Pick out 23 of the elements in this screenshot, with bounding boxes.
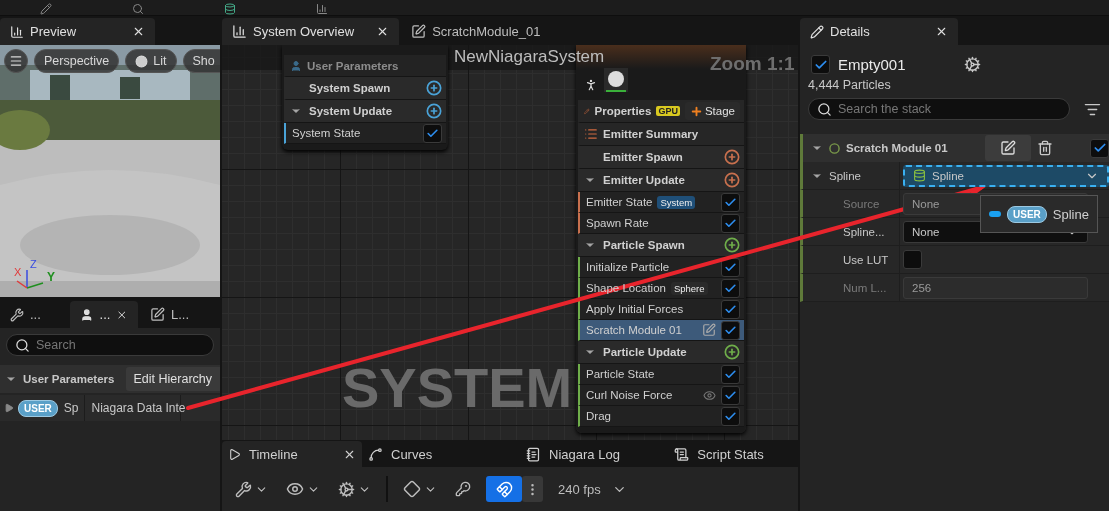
axis-label: X <box>14 266 22 278</box>
module-title: Scratch Module 01 <box>846 142 948 154</box>
tag: Sphere <box>670 281 708 295</box>
tag: System <box>657 195 696 209</box>
gpu-badge: GPU <box>656 106 680 116</box>
parameter-name: Sp <box>57 395 86 421</box>
system-title: NewNiagaraSystem <box>454 47 605 67</box>
parameter-label: Spline <box>803 161 900 190</box>
tooltip: USER Spline <box>980 195 1098 233</box>
parameter-label: Use LUT <box>803 245 900 274</box>
parameter-label: Spline... <box>803 217 900 246</box>
zoom-level: Zoom 1:1 <box>710 53 795 75</box>
user-badge: USER <box>1007 205 1047 223</box>
section-title: User Parameters <box>23 373 115 385</box>
parameter-label: Source <box>803 189 900 218</box>
particle-count: 4,444 Particles <box>808 78 892 92</box>
parameter-label: Num L... <box>803 273 900 302</box>
axis-label: Z <box>30 258 37 270</box>
row-label: User Parameters <box>307 59 399 72</box>
graph-watermark: SYSTEM <box>342 355 573 420</box>
emitter-name: Empty001 <box>838 56 906 73</box>
axis-label: Y <box>47 270 55 284</box>
user-badge: USER <box>18 399 58 417</box>
